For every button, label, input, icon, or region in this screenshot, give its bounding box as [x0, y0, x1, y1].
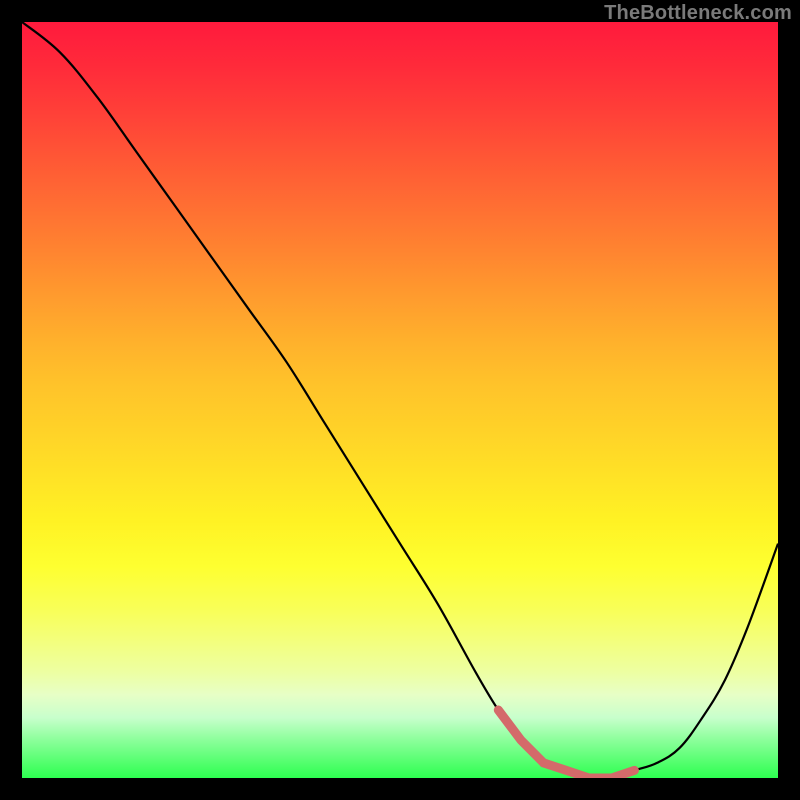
watermark-text: TheBottleneck.com — [604, 2, 792, 25]
plot-area — [22, 22, 778, 778]
bottleneck-curve-path — [22, 22, 778, 778]
bottleneck-highlight-path — [498, 710, 634, 778]
bottleneck-chart — [22, 22, 778, 778]
